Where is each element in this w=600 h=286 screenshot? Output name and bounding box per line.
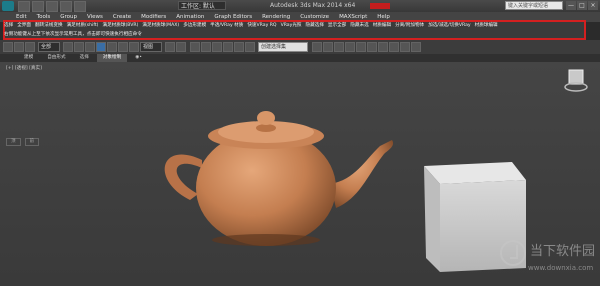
undo-icon[interactable] bbox=[60, 1, 72, 12]
percent-snap-icon[interactable] bbox=[212, 42, 222, 52]
angle-snap-icon[interactable] bbox=[201, 42, 211, 52]
render-icon[interactable] bbox=[411, 42, 421, 52]
window-controls: — □ × bbox=[566, 1, 598, 10]
snap-toggle-icon[interactable] bbox=[190, 42, 200, 52]
window-crossing-icon[interactable] bbox=[96, 42, 106, 52]
custom-btn[interactable]: 全界面 bbox=[17, 22, 31, 29]
watermark-logo-icon bbox=[500, 240, 526, 266]
custom-btn[interactable]: 材质球编辑 bbox=[475, 22, 498, 29]
selection-filter-select[interactable]: 全部 bbox=[38, 42, 60, 52]
tab-selection[interactable]: 选择 bbox=[74, 54, 95, 62]
custom-btn[interactable]: 分离/附加物体 bbox=[395, 22, 424, 29]
material-editor-icon[interactable] bbox=[378, 42, 388, 52]
schematic-view-icon[interactable] bbox=[367, 42, 377, 52]
custom-btn[interactable]: 满足材质球(BVR) bbox=[102, 22, 138, 29]
custom-btn[interactable]: 材质编辑 bbox=[373, 22, 391, 29]
custom-toolbar-row: 选择 全界面 翻转法线变换 满足材质(shift) 满足材质球(BVR) 满足材… bbox=[4, 22, 498, 29]
pivot-center-icon[interactable] bbox=[165, 42, 175, 52]
bind-spacewarp-icon[interactable] bbox=[25, 42, 35, 52]
app-logo-icon[interactable] bbox=[2, 1, 14, 11]
graphite-toggle-icon[interactable] bbox=[345, 42, 355, 52]
select-by-name-icon[interactable] bbox=[74, 42, 84, 52]
custom-toolbar-description: 右侧功能键从上至下依次显示常用工具，点击即可快速执行相应命令 bbox=[4, 32, 142, 37]
tab-freeform[interactable]: 自由形式 bbox=[41, 54, 71, 62]
rotate-icon[interactable] bbox=[118, 42, 128, 52]
custom-btn[interactable]: 翻转法线变换 bbox=[35, 22, 63, 29]
tab-modeling[interactable]: 建模 bbox=[18, 54, 39, 62]
redo-icon[interactable] bbox=[74, 1, 86, 12]
viewcube-icon[interactable] bbox=[564, 69, 588, 92]
custom-btn[interactable]: 选择 bbox=[4, 22, 13, 29]
save-icon[interactable] bbox=[46, 1, 58, 12]
maximize-button[interactable]: □ bbox=[577, 1, 587, 10]
teapot-spout bbox=[330, 140, 394, 208]
custom-btn[interactable]: 满足材质(shift) bbox=[67, 22, 99, 29]
close-button[interactable]: × bbox=[588, 1, 598, 10]
select-manipulate-icon[interactable] bbox=[176, 42, 186, 52]
rendered-frame-icon[interactable] bbox=[400, 42, 410, 52]
render-setup-icon[interactable] bbox=[389, 42, 399, 52]
layer-manager-icon[interactable] bbox=[334, 42, 344, 52]
curve-editor-icon[interactable] bbox=[356, 42, 366, 52]
search-input[interactable]: 键入关键字或短语 bbox=[505, 1, 563, 10]
select-object-icon[interactable] bbox=[63, 42, 73, 52]
align-icon[interactable] bbox=[323, 42, 333, 52]
new-icon[interactable] bbox=[18, 1, 30, 12]
open-icon[interactable] bbox=[32, 1, 44, 12]
teapot-knob bbox=[257, 111, 275, 125]
watermark-text: 当下软件园 bbox=[530, 244, 596, 259]
move-icon[interactable] bbox=[107, 42, 117, 52]
custom-btn[interactable]: 隐藏未选 bbox=[350, 22, 368, 29]
link-icon[interactable] bbox=[3, 42, 13, 52]
custom-btn[interactable]: 加选/减选/切换VRay bbox=[428, 22, 470, 29]
workspace-select[interactable]: 工作区: 默认 bbox=[178, 1, 226, 10]
custom-btn[interactable]: 显示全部 bbox=[328, 22, 346, 29]
title-bar: 工作区: 默认 Autodesk 3ds Max 2014 x64 键入关键字或… bbox=[0, 0, 600, 12]
custom-btn[interactable]: VRay光照 bbox=[281, 22, 302, 29]
spinner-snap-icon[interactable] bbox=[223, 42, 233, 52]
window-title: Autodesk 3ds Max 2014 x64 bbox=[270, 2, 356, 9]
scale-icon[interactable] bbox=[129, 42, 139, 52]
rectangle-selection-icon[interactable] bbox=[85, 42, 95, 52]
tab-object-paint[interactable]: 对象绘制 bbox=[96, 54, 128, 62]
reference-coordinate-select[interactable]: 视图 bbox=[140, 42, 162, 52]
tab-toggle[interactable]: ◉• bbox=[129, 54, 148, 62]
ribbon-tabs: 建模 自由形式 选择 对象绘制 ◉• bbox=[0, 54, 600, 62]
custom-btn[interactable]: 快速VRay RQ bbox=[247, 22, 276, 29]
custom-btn[interactable]: 隐藏选择 bbox=[306, 22, 324, 29]
main-toolbar: 全部 视图 创建选择集 bbox=[0, 40, 600, 54]
named-selection-icon[interactable] bbox=[245, 42, 255, 52]
teapot-knob-base bbox=[256, 124, 276, 132]
unlink-icon[interactable] bbox=[14, 42, 24, 52]
edit-named-selection-icon[interactable] bbox=[234, 42, 244, 52]
custom-btn[interactable]: 满足材质球(MAX) bbox=[142, 22, 179, 29]
watermark-url: www.downxia.com bbox=[528, 264, 594, 272]
custom-btn[interactable]: 多边形建模 bbox=[183, 22, 206, 29]
mirror-icon[interactable] bbox=[312, 42, 322, 52]
custom-btn[interactable]: 半透/VRay 材质 bbox=[210, 22, 243, 29]
minimize-button[interactable]: — bbox=[566, 1, 576, 10]
named-selection-set-field[interactable]: 创建选择集 bbox=[258, 42, 308, 52]
quick-access-toolbar bbox=[18, 1, 86, 12]
title-redaction bbox=[370, 3, 390, 9]
